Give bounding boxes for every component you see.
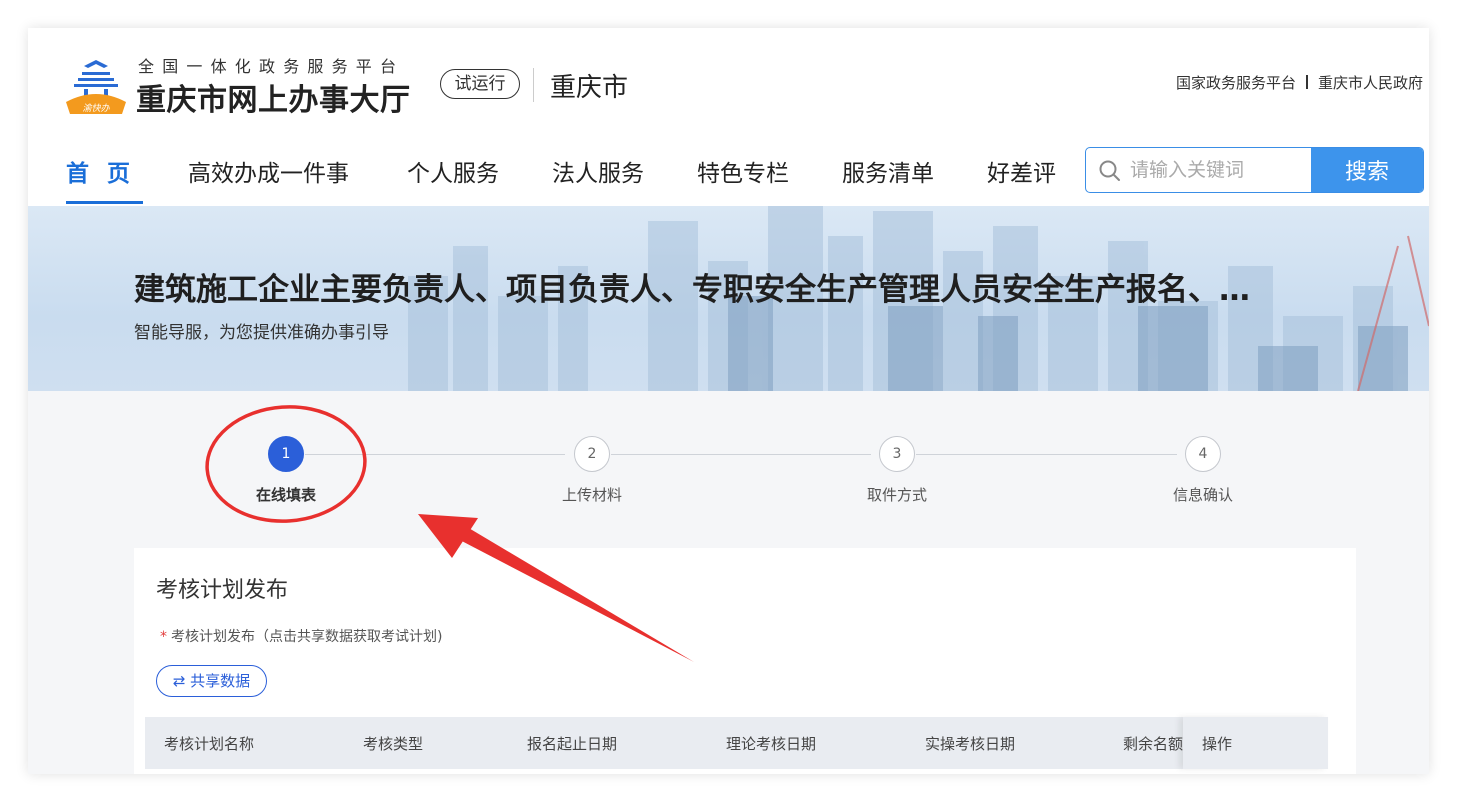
field-label: * 考核计划发布（点击共享数据获取考试计划) (160, 626, 442, 646)
column-header-practical-date[interactable]: 实操考核日期 (925, 733, 1015, 754)
step-label: 信息确认 (1172, 486, 1233, 504)
nav-item-home[interactable]: 首页 (66, 154, 148, 188)
step-fill-form[interactable]: 1 在线填表 (216, 436, 356, 505)
link-city-government[interactable]: 重庆市人民政府 (1318, 74, 1423, 92)
service-title: 建筑施工企业主要负责人、项目负责人、专职安全生产管理人员安全生产报名、… (134, 272, 1250, 308)
step-label: 上传材料 (561, 486, 622, 504)
search-box: 搜索 (1085, 147, 1424, 193)
header-divider (533, 68, 534, 102)
column-header-actions-fixed: 操作 (1183, 717, 1328, 769)
nav-item-personal[interactable]: 个人服务 (407, 154, 499, 188)
progress-steps: 1 在线填表 2 上传材料 3 取件方式 4 信息确认 (28, 391, 1429, 541)
nav-item-rating[interactable]: 好差评 (987, 154, 1056, 188)
field-label-text: 考核计划发布（点击共享数据获取考试计划) (171, 629, 443, 645)
step-label: 在线填表 (255, 486, 316, 504)
search-input[interactable] (1130, 156, 1300, 184)
column-header-registration-dates[interactable]: 报名起止日期 (527, 733, 617, 754)
form-card: 考核计划发布 * 考核计划发布（点击共享数据获取考试计划) ⇄ 共享数据 考核计划… (134, 548, 1356, 774)
column-header-plan-name[interactable]: 考核计划名称 (164, 733, 254, 754)
nav-active-indicator (66, 201, 143, 204)
link-separator (1305, 75, 1308, 89)
table-header: 考核计划名称 考核类型 报名起止日期 理论考核日期 实操考核日期 剩余名额 操作 (145, 717, 1328, 769)
step-number: 3 (879, 436, 915, 472)
search-icon (1099, 160, 1120, 181)
site-header: 渝快办 全国一体化政务服务平台 重庆市网上办事大厅 试运行 重庆市 国家政务服务… (28, 28, 1429, 206)
step-number: 2 (574, 436, 610, 472)
search-button[interactable]: 搜索 (1311, 148, 1423, 192)
trial-badge: 试运行 (440, 69, 520, 99)
nav-item-one-thing[interactable]: 高效办成一件事 (188, 154, 349, 188)
browser-page: 渝快办 全国一体化政务服务平台 重庆市网上办事大厅 试运行 重庆市 国家政务服务… (28, 28, 1429, 774)
required-mark: * (160, 629, 167, 645)
step-number: 4 (1185, 436, 1221, 472)
step-confirm-info[interactable]: 4 信息确认 (1133, 436, 1273, 505)
column-header-type[interactable]: 考核类型 (363, 733, 423, 754)
nav-item-featured[interactable]: 特色专栏 (697, 154, 789, 188)
section-title: 考核计划发布 (156, 578, 289, 603)
hero-banner: 建筑施工企业主要负责人、项目负责人、专职安全生产管理人员安全生产报名、… 智能导… (28, 206, 1429, 391)
column-header-remaining-slots[interactable]: 剩余名额 (1123, 733, 1183, 754)
step-pickup-method[interactable]: 3 取件方式 (827, 436, 967, 505)
top-links: 国家政务服务平台 重庆市人民政府 (1176, 72, 1423, 93)
nav-item-legal-person[interactable]: 法人服务 (552, 154, 644, 188)
svg-text:渝快办: 渝快办 (82, 103, 110, 114)
city-selector[interactable]: 重庆市 (550, 67, 628, 104)
step-label: 取件方式 (866, 486, 927, 504)
nav-item-service-list[interactable]: 服务清单 (842, 154, 934, 188)
service-subtitle: 智能导服，为您提供准确办事引导 (134, 323, 389, 343)
brand-title[interactable]: 重庆市网上办事大厅 (136, 75, 411, 119)
column-header-actions[interactable]: 操作 (1202, 733, 1232, 754)
share-data-button[interactable]: ⇄ 共享数据 (156, 665, 267, 697)
brand-subtitle: 全国一体化政务服务平台 (138, 57, 405, 76)
column-header-theory-date[interactable]: 理论考核日期 (726, 733, 816, 754)
yukuaiban-logo[interactable]: 渝快办 (64, 56, 128, 116)
link-national-platform[interactable]: 国家政务服务平台 (1176, 74, 1296, 92)
step-upload-materials[interactable]: 2 上传材料 (522, 436, 662, 505)
step-number: 1 (268, 436, 304, 472)
